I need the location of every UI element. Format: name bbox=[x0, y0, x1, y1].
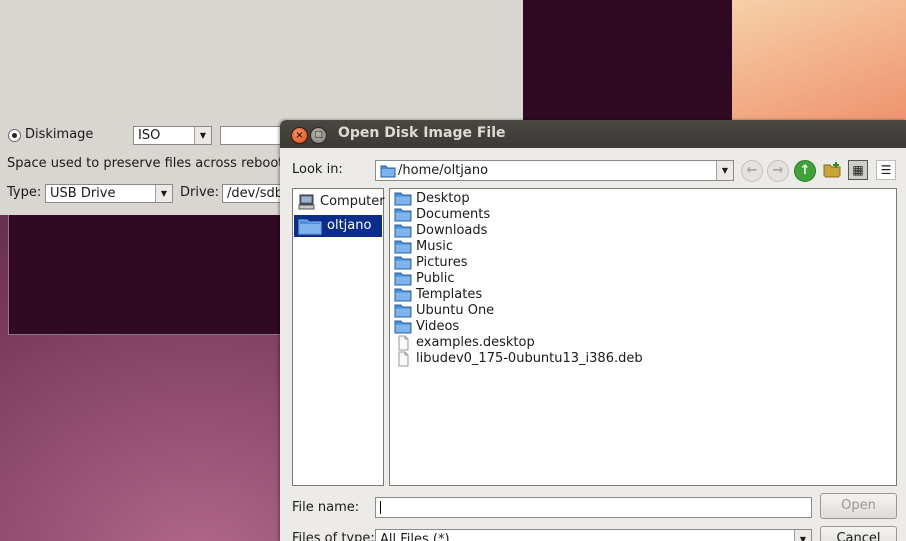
chevron-down-icon: ▼ bbox=[155, 185, 172, 202]
detail-view-icon[interactable]: ☰ bbox=[876, 160, 896, 180]
file-name: Pictures bbox=[416, 255, 468, 270]
text-caret bbox=[380, 501, 381, 514]
files-of-type-label: Files of type: bbox=[292, 531, 375, 541]
file-name: Downloads bbox=[416, 223, 488, 238]
folder-icon bbox=[394, 240, 412, 254]
look-in-label: Look in: bbox=[292, 162, 343, 177]
document-icon bbox=[398, 351, 409, 367]
file-name: Videos bbox=[416, 319, 460, 334]
drive-label: Drive: bbox=[180, 185, 220, 200]
places-sidebar: Computer oltjano bbox=[292, 188, 385, 486]
folder-icon bbox=[394, 192, 412, 206]
type-value: USB Drive bbox=[50, 186, 116, 201]
look-in-select[interactable]: /home/oltjano ▼ bbox=[375, 160, 734, 181]
folder-icon bbox=[394, 320, 412, 334]
forward-icon[interactable]: → bbox=[767, 160, 789, 182]
file-name-label: File name: bbox=[292, 500, 359, 515]
document-icon bbox=[398, 335, 409, 351]
type-select[interactable]: USB Drive ▼ bbox=[45, 184, 173, 203]
up-icon[interactable]: ↑ bbox=[794, 160, 816, 182]
maximize-icon[interactable]: □ bbox=[310, 127, 327, 144]
chevron-down-icon: ▼ bbox=[794, 530, 811, 541]
new-folder-icon[interactable] bbox=[822, 160, 842, 180]
file-name: Ubuntu One bbox=[416, 303, 495, 318]
diskimage-radio[interactable] bbox=[8, 129, 21, 142]
back-icon[interactable]: ← bbox=[741, 160, 763, 182]
files-of-type-value: All Files (*) bbox=[380, 532, 450, 541]
type-label: Type: bbox=[7, 185, 42, 200]
dialog-titlebar[interactable]: × □ Open Disk Image File bbox=[280, 120, 906, 148]
diskimage-label: Diskimage bbox=[25, 127, 94, 142]
sidebar-item-label: oltjano bbox=[327, 218, 372, 233]
folder-icon bbox=[394, 208, 412, 222]
image-type-select[interactable]: ISO ▼ bbox=[133, 126, 212, 145]
file-name: libudev0_175-0ubuntu13_i386.deb bbox=[416, 351, 643, 366]
open-file-dialog: × □ Open Disk Image File Look in: /home/… bbox=[280, 120, 906, 541]
persist-label: Space used to preserve files across rebo… bbox=[7, 156, 309, 171]
file-name: examples.desktop bbox=[416, 335, 535, 350]
image-type-value: ISO bbox=[138, 128, 161, 143]
folder-icon bbox=[298, 219, 322, 235]
folder-icon bbox=[394, 304, 412, 318]
folder-icon bbox=[394, 288, 412, 302]
close-icon[interactable]: × bbox=[291, 127, 308, 144]
sidebar-item-oltjano[interactable]: oltjano bbox=[294, 215, 382, 237]
file-name: Desktop bbox=[416, 191, 470, 206]
look-in-path: /home/oltjano bbox=[398, 163, 489, 178]
sidebar-item-computer[interactable]: Computer bbox=[294, 191, 385, 213]
file-name: Public bbox=[416, 271, 455, 286]
dialog-title: Open Disk Image File bbox=[338, 125, 506, 141]
folder-icon bbox=[394, 272, 412, 286]
unetbootin-window-lower bbox=[8, 215, 284, 335]
file-name: Documents bbox=[416, 207, 491, 222]
file-name: Templates bbox=[416, 287, 483, 302]
sidebar-item-label: Computer bbox=[320, 194, 385, 209]
files-of-type-select[interactable]: All Files (*) ▼ bbox=[375, 529, 812, 541]
file-name: Music bbox=[416, 239, 453, 254]
open-button[interactable]: Open bbox=[820, 493, 897, 519]
computer-icon bbox=[298, 194, 315, 210]
chevron-down-icon: ▼ bbox=[194, 127, 211, 144]
file-name-label-text: File name: bbox=[292, 500, 360, 515]
cancel-button[interactable]: Cancel bbox=[820, 526, 897, 541]
file-list: Desktop Documents Downloads Music Pictures Pu… bbox=[389, 188, 897, 486]
chevron-down-icon: ▼ bbox=[716, 161, 733, 180]
desktop-wallpaper-dark bbox=[523, 0, 732, 121]
folder-icon bbox=[394, 224, 412, 238]
icon-view-icon[interactable]: ▦ bbox=[848, 160, 868, 180]
folder-icon bbox=[380, 165, 396, 178]
folder-icon bbox=[394, 256, 412, 270]
file-name-input[interactable] bbox=[375, 497, 812, 518]
